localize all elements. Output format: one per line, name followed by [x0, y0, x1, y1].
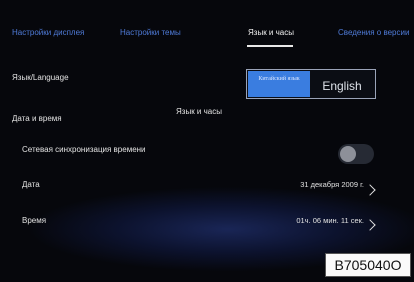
tab-display-settings[interactable]: Настройки дисплея [12, 28, 84, 37]
date-time-section-label: Дата и время [12, 114, 62, 123]
language-toggle[interactable]: Китайский язык English [246, 69, 376, 99]
date-value[interactable]: 31 декабря 2009 г. [300, 180, 364, 189]
network-time-sync-toggle[interactable] [338, 144, 374, 164]
date-label: Дата [22, 180, 40, 189]
language-label: Язык/Language [12, 73, 69, 82]
settings-screen: Настройки дисплея Настройки темы Язык и … [0, 0, 414, 282]
tab-language-clock[interactable]: Язык и часы [248, 28, 294, 37]
toggle-knob [340, 146, 356, 162]
watermark-code: B705040O [325, 253, 411, 277]
section-caption: Язык и часы [176, 107, 222, 116]
active-tab-indicator [247, 45, 293, 47]
language-option-english[interactable]: English [311, 71, 373, 97]
time-label: Время [22, 216, 47, 225]
network-time-sync-label: Сетевая синхронизация времени [22, 145, 146, 154]
time-value[interactable]: 01ч. 06 мин. 11 сек. [296, 216, 364, 225]
tab-theme-settings[interactable]: Настройки темы [120, 28, 181, 37]
language-option-chinese[interactable]: Китайский язык [248, 71, 310, 97]
tab-version-info[interactable]: Сведения о версии [338, 28, 409, 37]
